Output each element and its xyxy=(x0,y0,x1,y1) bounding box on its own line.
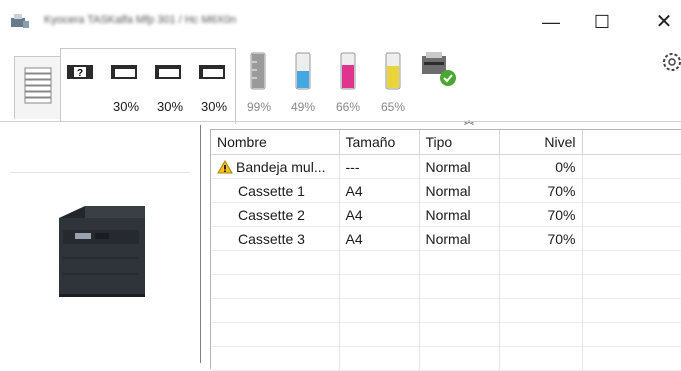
tab-paper-stack[interactable] xyxy=(14,56,62,119)
table-row[interactable]: Cassette 1 A4 Normal 70% xyxy=(211,178,681,203)
empty-cell xyxy=(582,226,681,251)
tray-type: Normal xyxy=(419,202,500,227)
tray-level: 70% xyxy=(499,202,583,227)
toner-level: 65% xyxy=(381,100,406,114)
empty-cell xyxy=(582,154,681,179)
toner-level: 49% xyxy=(291,100,316,114)
paper-stack-icon xyxy=(24,67,52,104)
toner-level: 66% xyxy=(336,100,361,114)
tray-name: Cassette 2 xyxy=(211,202,340,227)
tray-type: Normal xyxy=(419,178,500,203)
tray-name-cell: Bandeja mul... xyxy=(211,154,340,179)
tab-paper-trays[interactable]: ? 30% 30% 30% xyxy=(60,48,236,124)
multipurpose-tray-unknown-icon: ? xyxy=(67,65,93,79)
empty-row xyxy=(211,274,681,299)
minimize-button[interactable]: — xyxy=(533,8,569,36)
divider xyxy=(10,172,190,173)
warning-icon xyxy=(217,159,233,173)
tray-name: Bandeja mul... xyxy=(236,158,326,175)
close-button[interactable]: ✕ xyxy=(646,8,681,36)
gear-icon[interactable] xyxy=(660,50,681,74)
column-header-type[interactable]: Tipo xyxy=(419,130,500,155)
tray-name: Cassette 3 xyxy=(211,226,340,251)
tray-size: A4 xyxy=(339,226,420,251)
tray-size: --- xyxy=(339,154,420,179)
printer-app-icon xyxy=(11,14,29,28)
window-title: Kyocera TASKalfa Mfp 301 / Hc M6X0n xyxy=(44,14,237,26)
column-header-name[interactable]: Nombre xyxy=(211,130,340,155)
empty-cell xyxy=(582,178,681,203)
column-header-level[interactable]: Nivel xyxy=(499,130,583,155)
status-toolbar: ? 30% 30% 30% 99% 49% 66% 65% xyxy=(0,44,681,127)
table-header-row: Nombre Tamaño Tipo Nivel xyxy=(211,130,681,155)
device-pane xyxy=(0,122,200,368)
printer-ok-icon[interactable] xyxy=(418,50,460,88)
cassette-tray-icon xyxy=(155,65,181,79)
cassette-tray-icon xyxy=(111,65,137,79)
tray-size: A4 xyxy=(339,202,420,227)
pane-splitter[interactable] xyxy=(200,125,201,363)
tray-type: Normal xyxy=(419,226,500,251)
column-header-empty xyxy=(582,130,681,155)
tray-size: A4 xyxy=(339,178,420,203)
paper-tray-table: Nombre Tamaño Tipo Nivel Bandeja mul... … xyxy=(210,129,681,371)
tray-level: 70% xyxy=(499,226,583,251)
toner-black-icon xyxy=(250,52,266,90)
tray-level: 30% xyxy=(113,99,140,114)
table-row[interactable]: Cassette 3 A4 Normal 70% xyxy=(211,226,681,251)
toner-magenta-icon xyxy=(340,52,356,90)
toner-yellow-icon xyxy=(385,52,401,90)
tray-level: 0% xyxy=(499,154,583,179)
table-row[interactable]: Cassette 2 A4 Normal 70% xyxy=(211,202,681,227)
tray-type: Normal xyxy=(419,154,500,179)
title-bar: Kyocera TASKalfa Mfp 301 / Hc M6X0n — ☐ … xyxy=(0,0,681,44)
column-header-size[interactable]: Tamaño xyxy=(339,130,420,155)
empty-row xyxy=(211,250,681,275)
toner-cyan-icon xyxy=(295,52,311,90)
maximize-button[interactable]: ☐ xyxy=(584,8,620,36)
svg-text:?: ? xyxy=(77,68,83,79)
printer-device-image xyxy=(59,206,145,297)
collapse-chevron-icon[interactable]: ︽ xyxy=(464,112,474,127)
tray-level: 30% xyxy=(201,99,228,114)
empty-row xyxy=(211,298,681,323)
tray-level: 70% xyxy=(499,178,583,203)
tray-level: 30% xyxy=(157,99,184,114)
cassette-tray-icon xyxy=(199,65,225,79)
empty-row xyxy=(211,322,681,347)
empty-row xyxy=(211,346,681,371)
toner-level: 99% xyxy=(247,100,272,114)
table-row[interactable]: Bandeja mul... --- Normal 0% xyxy=(211,154,681,179)
empty-cell xyxy=(582,202,681,227)
tray-name: Cassette 1 xyxy=(211,178,340,203)
